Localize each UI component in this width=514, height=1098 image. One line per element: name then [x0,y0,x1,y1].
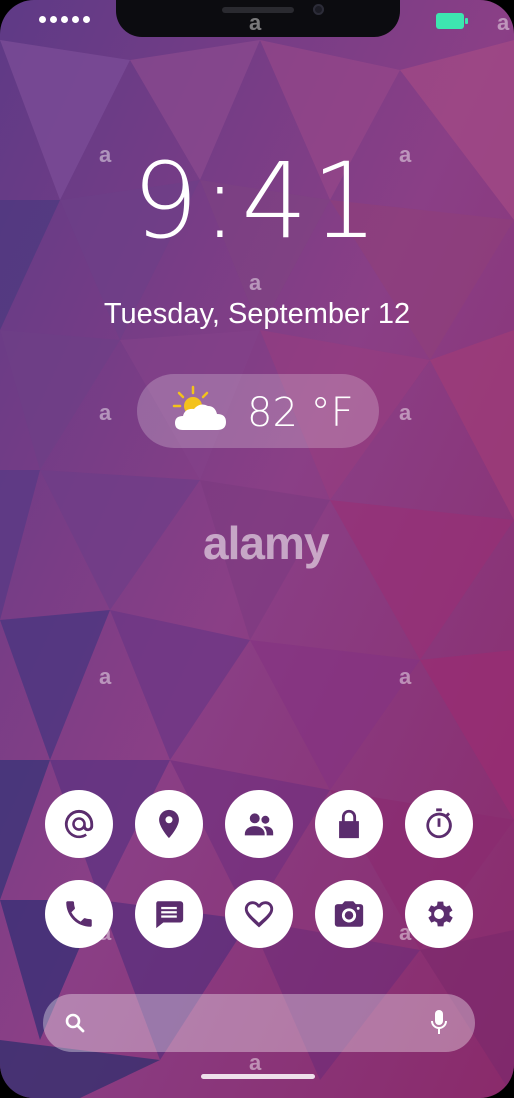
signal-dot [61,16,68,23]
location-button[interactable] [135,790,203,858]
watermark-letter: a [497,10,510,35]
watermark-letter: a [249,270,262,295]
signal-dot [50,16,57,23]
watermark-logo: alamy [203,517,329,569]
lock-button[interactable] [315,790,383,858]
watermark-letter: a [99,664,112,689]
signal-dot [72,16,79,23]
heart-icon [244,901,274,928]
padlock-icon [339,809,359,839]
watermark-letter: a [399,142,412,167]
watermark-letter: a [99,142,112,167]
signal-dot [39,16,46,23]
timer-button[interactable] [405,790,473,858]
watermark-letter: a [399,664,412,689]
app-shortcut-grid [45,790,475,950]
messages-button[interactable] [135,880,203,948]
camera-button[interactable] [315,880,383,948]
temperature-label: 82 °F [247,390,354,436]
microphone-icon[interactable] [427,1008,451,1038]
gear-icon [428,901,453,927]
home-indicator[interactable] [201,1074,315,1079]
battery-tip [465,18,468,24]
camera-icon [334,901,364,927]
chat-bubble-icon [156,901,184,929]
stopwatch-icon [426,808,452,839]
watermark-letter: a [399,400,412,425]
signal-strength-icon [39,16,90,23]
contacts-button[interactable] [225,790,293,858]
front-camera [313,4,324,15]
partly-cloudy-icon [172,385,226,430]
lock-screen-date: Tuesday, September 12 [103,298,411,330]
phone-button[interactable] [45,880,113,948]
watermark-letter: a [99,400,112,425]
watermark-letter: a [249,1050,262,1075]
watermark-letter: a [249,10,262,35]
search-bar[interactable] [43,994,475,1052]
weather-widget[interactable]: 82 °F [137,374,379,448]
search-input[interactable] [98,1006,422,1042]
lock-screen-time: 9:41 [132,140,382,262]
search-icon [65,1013,85,1033]
signal-dot [83,16,90,23]
at-sign-icon [64,809,94,839]
phone-frame: 9:41 Tuesday, September 12 82 °F alamy a… [0,0,514,1098]
email-button[interactable] [45,790,113,858]
people-icon [244,813,274,836]
settings-button[interactable] [405,880,473,948]
battery-body [436,13,464,29]
favorites-button[interactable] [225,880,293,948]
map-pin-icon [159,809,179,839]
phone-handset-icon [66,901,92,927]
battery-icon [436,13,468,29]
